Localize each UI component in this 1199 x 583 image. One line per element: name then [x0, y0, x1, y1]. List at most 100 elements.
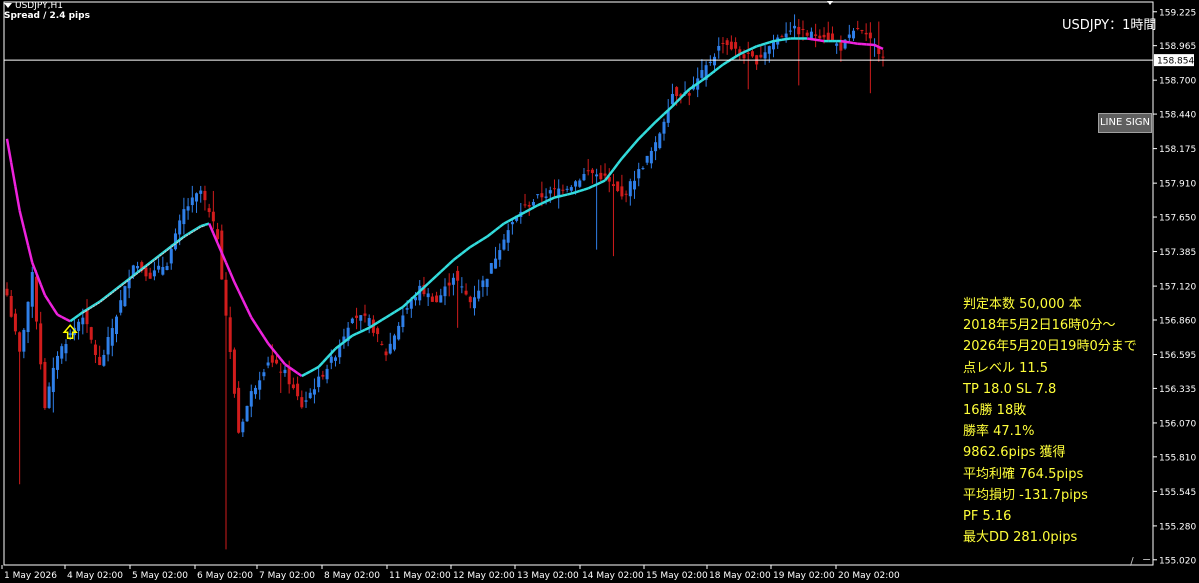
ma-segment: [679, 92, 686, 99]
line-sign-button[interactable]: LINE SIGN: [1098, 113, 1152, 133]
ma-segment: [321, 356, 328, 364]
candle-body: [228, 317, 232, 352]
ma-segment: [233, 281, 240, 292]
chart-shift-icon[interactable]: /: [1130, 555, 1134, 568]
ma-segment: [26, 244, 34, 263]
ma-segment: [271, 347, 278, 355]
ma-segment: [5, 138, 13, 163]
symbol-title: USDJPY：1時間: [1062, 18, 1157, 33]
candle-body: [734, 42, 738, 49]
candle-body: [203, 190, 207, 201]
candle-body: [329, 356, 333, 363]
candle-body: [279, 371, 283, 373]
candle-body: [119, 300, 123, 313]
candle-body: [624, 193, 628, 195]
candle-body: [26, 301, 30, 333]
x-tick-label: 11 May 02:00: [389, 571, 451, 581]
ma-segment: [709, 70, 716, 76]
candle-body: [649, 150, 653, 164]
stats-line: 平均損切 -131.7pips: [963, 487, 1088, 503]
candle-body: [451, 277, 455, 285]
ma-segment: [773, 39, 778, 43]
stats-line: 平均利確 764.5pips: [963, 466, 1084, 482]
ma-segment: [620, 152, 628, 160]
candle-body: [397, 325, 401, 340]
candle-body: [460, 286, 464, 288]
candle-body: [746, 52, 750, 54]
ma-segment: [596, 181, 602, 186]
stats-line: 2018年5月2日16時0分～: [963, 318, 1116, 334]
candle-body: [321, 374, 325, 377]
candle-body: [51, 367, 55, 393]
ma-segment: [431, 274, 438, 281]
y-tick-label: 156.860: [1159, 316, 1196, 326]
ma-segment: [48, 301, 55, 309]
ma-segment: [815, 38, 821, 42]
y-tick-label: 155.020: [1159, 556, 1196, 566]
candle-body: [540, 193, 544, 198]
candle-body: [106, 337, 110, 355]
candle-body: [186, 206, 190, 211]
candle-body: [839, 41, 843, 51]
candle-body: [152, 270, 156, 277]
candle-body: [750, 51, 754, 57]
dropdown-triangle-icon[interactable]: [4, 3, 12, 8]
ma-segment: [229, 271, 236, 283]
candle-body: [502, 239, 506, 250]
ma-segment: [381, 316, 387, 322]
candle-body: [43, 361, 47, 409]
minus-icon[interactable]: −: [1142, 553, 1151, 566]
candle-body: [868, 32, 872, 39]
candle-body: [401, 315, 405, 327]
stats-line: 最大DD 281.0pips: [963, 530, 1078, 546]
stats-line: 点レベル 11.5: [963, 360, 1049, 376]
ma-segment: [768, 39, 774, 44]
ma-segment: [730, 55, 737, 61]
ma-segment: [461, 249, 467, 255]
ma-segment: [482, 235, 488, 241]
candle-body: [110, 328, 114, 346]
ma-segment: [743, 49, 749, 54]
candle-body: [93, 344, 97, 355]
candle-body: [5, 288, 9, 296]
candle-body: [304, 400, 308, 402]
ma-segment: [356, 330, 362, 335]
ma-segment: [275, 353, 282, 360]
candle-body: [456, 270, 460, 281]
candle-body: [468, 296, 472, 303]
candle-body: [856, 27, 860, 29]
stats-line: 16勝 18敗: [963, 403, 1027, 419]
stats-line: PF 5.16: [963, 509, 1012, 525]
ma-segment: [747, 47, 753, 52]
candle-body: [595, 174, 599, 177]
candle-body: [123, 286, 127, 307]
ma-segment: [840, 39, 846, 43]
current-price-label: 158.854: [1157, 57, 1194, 67]
y-tick-label: 157.650: [1159, 214, 1196, 224]
ma-segment: [537, 202, 543, 207]
candle-body: [245, 405, 249, 422]
ma-segment: [39, 283, 47, 296]
candle-body: [98, 356, 102, 366]
candle-body: [355, 315, 359, 318]
candle-body: [472, 297, 476, 309]
candle-body: [300, 397, 304, 408]
candle-body: [435, 295, 439, 303]
y-tick-label: 157.120: [1159, 283, 1196, 293]
candle-body: [633, 180, 637, 190]
candle-body: [249, 391, 253, 407]
candle-body: [713, 56, 717, 66]
ma-segment: [756, 43, 762, 48]
ma-segment: [237, 290, 244, 301]
ma-segment: [224, 262, 232, 273]
candle-body: [253, 387, 257, 395]
ma-segment: [360, 328, 366, 333]
ma-segment: [637, 133, 644, 140]
x-tick-label: 7 May 02:00: [259, 571, 315, 581]
symbol-period-label: USDJPY,H1: [15, 1, 63, 11]
candle-body: [489, 263, 493, 274]
candle-body: [275, 359, 279, 364]
ma-segment: [465, 246, 472, 252]
candle-body: [805, 32, 809, 36]
y-tick-label: 155.280: [1159, 522, 1196, 532]
